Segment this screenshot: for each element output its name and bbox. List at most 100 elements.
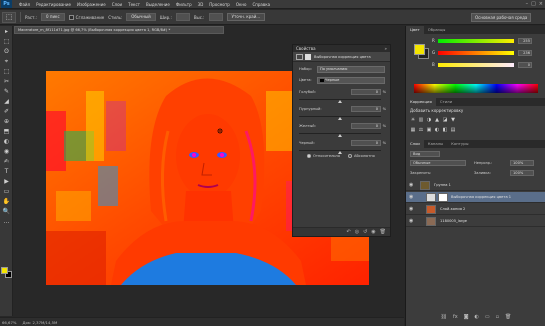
delete-layer-icon[interactable]: 🗑 [505,314,511,322]
tab-swatches[interactable]: Образцы [423,26,450,34]
document-tab[interactable]: Maceratore_m_8f111d71.jpg @ 66,7% (Выбор… [14,26,224,34]
g-channel-slider[interactable] [438,51,514,55]
b-channel-slider[interactable] [438,63,514,67]
eye-icon[interactable]: ◉ [409,183,415,188]
antialias-checkbox[interactable] [68,14,74,20]
menu-image[interactable]: Изображение [74,0,109,9]
marquee-tool-icon[interactable]: ⬚ [1,37,12,46]
menu-type[interactable]: Текст [125,0,143,9]
hand-tool-icon[interactable]: ✋ [1,197,12,206]
magenta-slider-thumb[interactable] [338,117,342,120]
fill-input[interactable]: 100% [510,170,534,176]
feather-input[interactable]: 0 пикс [41,13,65,21]
minimize-button[interactable]: – [526,1,529,7]
type-tool-icon[interactable]: T [1,167,12,176]
zoom-tool-icon[interactable]: 🔍 [1,207,12,216]
refine-edge-button[interactable]: Уточн. край... [226,13,266,21]
color-balance-icon[interactable]: ⚖ [418,127,424,133]
layer-row-selected[interactable]: ◉ Выборочная коррекция цвета 1 [406,192,545,203]
r-channel-slider[interactable] [438,39,514,43]
cyan-slider-thumb[interactable] [338,100,342,103]
cyan-slider[interactable] [299,99,381,103]
layer-row[interactable]: ◉ Слой-копия 2 [406,204,545,215]
b-channel-input[interactable]: 0 [518,62,532,68]
blend-mode-select[interactable]: Обычные [410,160,466,166]
colors-select[interactable]: Черные [317,77,385,84]
menu-select[interactable]: Выделение [143,0,173,9]
tab-color[interactable]: Цвет [406,26,424,34]
document-size[interactable]: Док: 2,37M/14,5M [22,320,57,325]
relative-radio[interactable] [307,154,311,158]
brightness-icon[interactable]: ☀ [410,117,416,123]
layer-style-icon[interactable]: fx [453,314,458,322]
collapse-panel-icon[interactable]: » [385,45,387,52]
slice-tool-icon[interactable]: ✂ [1,77,12,86]
new-group-icon[interactable]: ▭ [485,314,490,322]
eraser-tool-icon[interactable]: ◐ [1,137,12,146]
layer-row[interactable]: ◉ 1180005_large [406,216,545,227]
dodge-tool-icon[interactable]: ✍ [1,157,12,166]
more-tools-icon[interactable]: … [1,217,12,226]
shape-tool-icon[interactable]: ▭ [1,187,12,196]
color-swatches[interactable] [1,267,12,278]
gradient-tool-icon[interactable]: ◉ [1,147,12,156]
absolute-radio[interactable] [348,154,352,158]
tab-styles[interactable]: Стили [435,98,457,106]
vibrance-icon[interactable]: ◪ [442,117,448,123]
tab-layers[interactable]: Слои [406,140,424,148]
yellow-slider[interactable] [299,133,381,137]
opacity-input[interactable]: 100% [510,160,534,166]
zoom-level[interactable]: 66,67% [2,320,16,325]
menu-window[interactable]: Окно [233,0,250,9]
menu-view[interactable]: Просмотр [206,0,233,9]
tool-preset-picker[interactable]: ⬚ [2,11,16,23]
visibility-icon[interactable]: ◉ [371,229,375,235]
trash-icon[interactable]: 🗑 [380,229,386,235]
maximize-button[interactable]: □ [531,1,536,7]
layer-row[interactable]: ◉ Группа 1 [406,180,545,191]
link-layers-icon[interactable]: ⛓ [441,314,447,322]
menu-edit[interactable]: Редактирование [33,0,74,9]
preset-select[interactable]: По умолчанию [317,66,385,73]
triangle-icon[interactable]: ▼ [450,117,456,123]
tab-channels[interactable]: Каналы [423,140,448,148]
history-brush-tool-icon[interactable]: ⬒ [1,127,12,136]
menu-3d[interactable]: 3D [195,0,207,9]
tab-paths[interactable]: Контуры [447,140,473,148]
hue-saturation-icon[interactable]: ▦ [410,127,416,133]
cyan-value-input[interactable]: 0 [351,89,381,95]
foreground-color-swatch[interactable] [1,267,8,274]
healing-tool-icon[interactable]: ◢ [1,97,12,106]
crop-tool-icon[interactable]: ⬚ [1,67,12,76]
menu-layers[interactable]: Слои [109,0,125,9]
clip-to-layer-icon[interactable]: ↶ [346,229,350,235]
tab-adjustments[interactable]: Коррекция [406,98,436,106]
width-input[interactable] [175,13,190,21]
menu-filter[interactable]: Фильтр [173,0,195,9]
exposure-icon[interactable]: ▲ [434,117,440,123]
black-white-icon[interactable]: ▣ [426,127,432,133]
channel-mixer-icon[interactable]: ◧ [442,127,448,133]
yellow-slider-thumb[interactable] [338,134,342,137]
yellow-value-input[interactable]: 0 [351,123,381,129]
curves-icon[interactable]: ◑ [426,117,432,123]
eye-icon[interactable]: ◉ [409,207,415,212]
gradient-map-icon[interactable]: ▤ [450,127,456,133]
g-channel-input[interactable]: 236 [518,50,532,56]
close-button[interactable]: × [539,1,543,7]
add-mask-icon[interactable]: ◙ [464,314,469,322]
layer-mask-icon[interactable] [305,53,311,60]
lasso-tool-icon[interactable]: ʘ [1,47,12,56]
menu-file[interactable]: Файл [16,0,33,9]
path-select-tool-icon[interactable]: ▶ [1,177,12,186]
clone-stamp-tool-icon[interactable]: ⊕ [1,117,12,126]
foreground-color-chip[interactable] [414,44,425,55]
quick-select-tool-icon[interactable]: ⌖ [1,57,12,66]
view-previous-icon[interactable]: ◎ [355,229,359,235]
reset-icon[interactable]: ↺ [363,229,367,235]
black-value-input[interactable]: 0 [351,140,381,146]
move-tool-icon[interactable]: ▸ [1,27,12,36]
brush-tool-icon[interactable]: ✐ [1,107,12,116]
black-slider[interactable] [299,150,381,154]
menu-help[interactable]: Справка [249,0,273,9]
